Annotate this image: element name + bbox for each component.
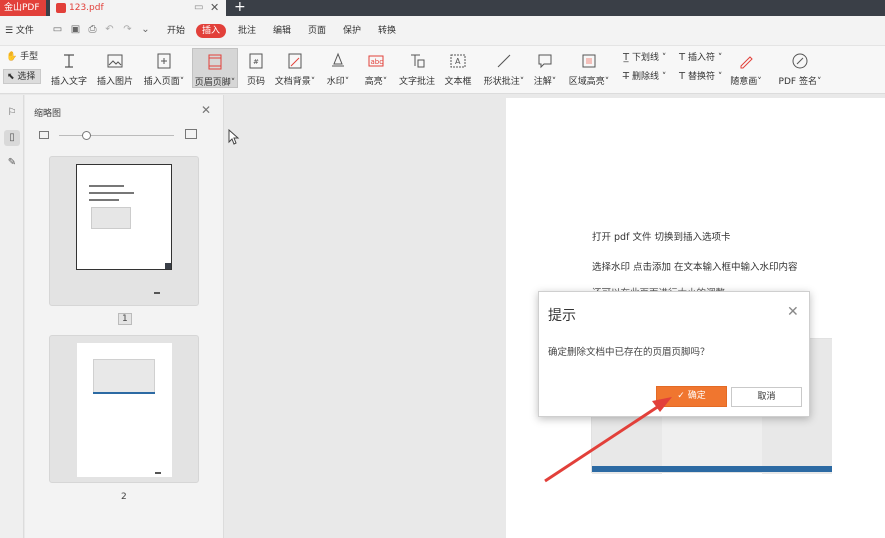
open-folder-icon[interactable]: ▭ [52, 25, 63, 35]
mouse-cursor-icon [228, 129, 240, 145]
cursor-icon: ⬉ [7, 72, 15, 82]
page-thumbnail-2[interactable] [49, 335, 199, 483]
thumbnail-icon[interactable]: ▯ [4, 130, 20, 146]
menu-bar: ☰ 文件 ▭ ▣ ⎙ ↶ ↷ ⌄ 开始 插入 批注 编辑 页面 保护 转换 [0, 16, 885, 46]
slider-handle[interactable] [82, 131, 91, 140]
pdf-file-icon [56, 3, 66, 13]
app-tab[interactable]: 金山PDF [0, 0, 46, 16]
svg-text:#: # [253, 58, 259, 66]
insert-text-icon [64, 54, 74, 68]
annotation-button[interactable]: 注解˅ [532, 48, 558, 88]
check-icon: ✓ [677, 391, 685, 401]
confirm-dialog: 提示 ✕ 确定删除文档中已存在的页眉页脚吗？ ✓ 确定 取消 [538, 291, 810, 417]
strikethrough-icon: T̶ [622, 71, 630, 82]
insert-page-button[interactable]: 插入页面˅ [142, 48, 186, 88]
tab-start[interactable]: 开始 [165, 24, 187, 38]
confirm-button[interactable]: ✓ 确定 [656, 386, 727, 407]
document-tab-label: 123.pdf [69, 3, 104, 13]
underline-button[interactable]: T̲ 下划线 ˅ [620, 50, 666, 66]
left-sidebar-strip: ⚐ ▯ ✎ [0, 95, 24, 538]
tab-protect[interactable]: 保护 [341, 24, 363, 38]
undo-icon[interactable]: ↶ [104, 25, 115, 35]
area-highlight-icon [582, 54, 596, 68]
document-text-line: 打开 pdf 文件 切换到插入选项卡 [592, 232, 731, 243]
replace-mark-icon: T [678, 71, 686, 82]
textbox-icon: A [450, 54, 466, 68]
shape-comment-button[interactable]: 形状批注˅ [480, 48, 528, 88]
underline-icon: T̲ [622, 52, 630, 63]
small-thumbnail-icon[interactable] [39, 131, 49, 139]
tab-convert[interactable]: 转换 [376, 24, 398, 38]
insert-mark-button[interactable]: T 插入符 ˅ [676, 50, 722, 66]
header-footer-button[interactable]: 页眉页脚˅ [192, 48, 238, 88]
highlight-button[interactable]: abc 高亮˅ [362, 48, 390, 88]
freehand-button[interactable]: 随意画˅ [728, 48, 764, 88]
page-number-icon: # [249, 53, 263, 69]
pdf-sign-button[interactable]: PDF 签名˅ [776, 48, 824, 88]
page-1-preview [76, 164, 172, 270]
dialog-title: 提示 [548, 308, 576, 324]
image-icon [107, 54, 123, 68]
bookmark-icon[interactable]: ⚐ [4, 105, 20, 121]
thumbnail-size-slider[interactable] [59, 135, 174, 136]
text-comment-icon [411, 54, 425, 68]
strikethrough-button[interactable]: T̶ 删除线 ˅ [620, 69, 666, 85]
print-icon[interactable]: ⎙ [87, 25, 98, 35]
close-tab-icon[interactable]: ✕ [210, 0, 219, 16]
document-tab[interactable]: 123.pdf ▭ ✕ [50, 0, 226, 16]
watermark-button[interactable]: 水印˅ [324, 48, 352, 88]
page-thumbnail-1[interactable] [49, 156, 199, 306]
pen-icon [740, 56, 753, 69]
page-2-preview [77, 343, 172, 477]
thumbnail-panel-title: 缩略图 [34, 109, 62, 119]
textbox-button[interactable]: A 文本框 [442, 48, 474, 88]
text-comment-button[interactable]: 文字批注 [396, 48, 438, 88]
large-thumbnail-icon[interactable] [185, 129, 197, 139]
insert-page-icon [157, 53, 171, 69]
signature-icon [792, 53, 808, 69]
area-highlight-button[interactable]: 区域高亮˅ [568, 48, 610, 88]
document-text-line: 选择水印 点击添加 在文本输入框中输入水印内容 [592, 262, 798, 273]
tab-page[interactable]: 页面 [306, 24, 328, 38]
insert-mark-icon: T [678, 52, 686, 63]
customize-dropdown-icon[interactable]: ⌄ [140, 25, 151, 35]
hand-tool-button[interactable]: ✋ 手型 [3, 50, 41, 65]
svg-text:A: A [455, 57, 461, 66]
select-tool-button[interactable]: ⬉ 选择 [3, 69, 41, 84]
cancel-button[interactable]: 取消 [731, 387, 802, 407]
new-tab-button[interactable]: + [234, 0, 246, 15]
title-bar: 金山PDF 123.pdf ▭ ✕ + [0, 0, 885, 16]
ribbon-toolbar: ✋ 手型 ⬉ 选择 插入文字 插入图片 插入页面˅ 页眉页脚˅ # 页码 文档背… [0, 46, 885, 94]
save-icon[interactable]: ▣ [70, 25, 81, 35]
page-number-label-1: 1 [118, 313, 132, 325]
page-number-label-2: 2 [121, 492, 127, 502]
tab-insert[interactable]: 插入 [196, 24, 226, 38]
header-footer-icon [208, 54, 222, 70]
redo-icon[interactable]: ↷ [122, 25, 133, 35]
dialog-message: 确定删除文档中已存在的页眉页脚吗？ [548, 347, 710, 358]
replace-mark-button[interactable]: T 替换符 ˅ [676, 69, 722, 85]
page-number-button[interactable]: # 页码 [244, 48, 268, 88]
background-icon [288, 53, 302, 69]
tab-annotate[interactable]: 批注 [236, 24, 258, 38]
thumbnail-panel: 缩略图 ✕ 1 2 [25, 95, 224, 538]
insert-text-button[interactable]: 插入文字 [48, 48, 90, 88]
app-name: 金山PDF [4, 3, 40, 13]
line-shape-icon [497, 54, 511, 68]
hand-icon: ✋ [6, 52, 18, 62]
watermark-icon [332, 52, 344, 67]
doc-background-button[interactable]: 文档背景˅ [274, 48, 316, 88]
highlight-icon: abc [368, 55, 384, 67]
tab-edit[interactable]: 编辑 [271, 24, 293, 38]
close-icon[interactable]: ✕ [787, 304, 799, 320]
close-icon[interactable]: ✕ [201, 103, 211, 117]
file-menu[interactable]: ☰ 文件 [5, 16, 34, 46]
insert-image-button[interactable]: 插入图片 [94, 48, 136, 88]
signature-panel-icon[interactable]: ✎ [4, 155, 20, 171]
pin-icon[interactable]: ▭ [194, 0, 203, 16]
svg-text:abc: abc [371, 58, 384, 66]
note-icon [538, 54, 552, 69]
